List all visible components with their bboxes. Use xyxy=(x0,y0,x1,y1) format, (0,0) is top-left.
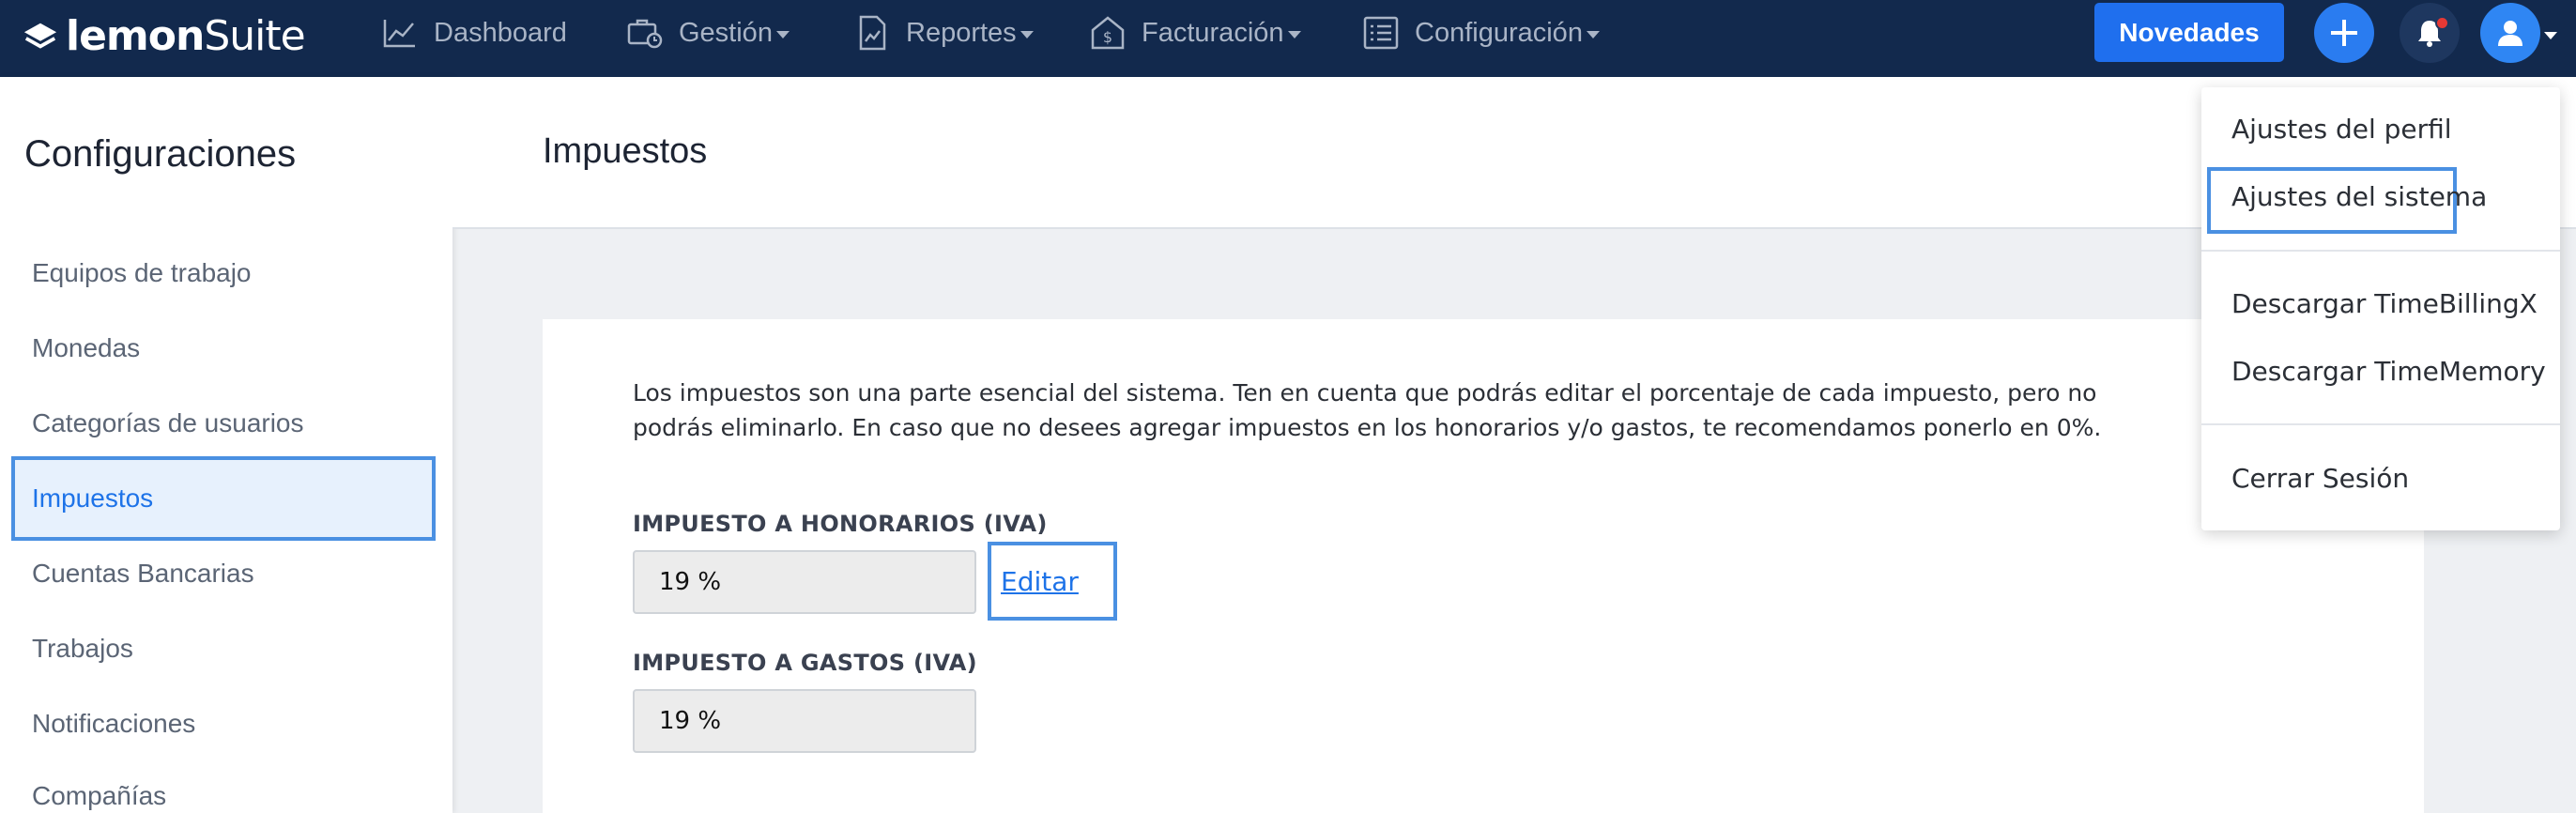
user-icon xyxy=(2498,21,2522,46)
menu-item-profile-settings[interactable]: Ajustes del perfil xyxy=(2231,114,2452,145)
brand-name-bold: lemon xyxy=(66,11,205,60)
chevron-down-icon xyxy=(1287,31,1301,38)
sidebar-title: Configuraciones xyxy=(24,133,297,175)
expense-tax-input[interactable]: 19 % xyxy=(633,689,976,753)
nav-facturacion-label: Facturación xyxy=(1142,17,1284,48)
list-settings-icon xyxy=(1363,16,1399,50)
nav-dashboard-label: Dashboard xyxy=(434,17,567,48)
edit-highlight: Editar xyxy=(988,542,1117,621)
invoice-money-icon: $ xyxy=(1091,16,1125,50)
chevron-down-icon xyxy=(1586,31,1600,38)
top-nav-bar: lemon Suite Dashboard Gestión Reportes $ … xyxy=(0,0,2576,77)
sidebar-item-categorias[interactable]: Categorías de usuarios xyxy=(15,389,434,458)
menu-item-download-timememory[interactable]: Descargar TimeMemory xyxy=(2231,356,2546,387)
sidebar-item-trabajos[interactable]: Trabajos xyxy=(15,614,434,683)
page-title: Impuestos xyxy=(543,131,708,171)
sidebar-item-impuestos[interactable]: Impuestos xyxy=(11,456,436,541)
menu-item-system-settings[interactable]: Ajustes del sistema xyxy=(2231,181,2487,212)
novedades-button[interactable]: Novedades xyxy=(2094,3,2284,62)
nav-gestion-label: Gestión xyxy=(679,17,773,48)
user-avatar-button[interactable] xyxy=(2480,3,2540,63)
plus-icon xyxy=(2331,20,2357,46)
menu-divider xyxy=(2201,423,2560,425)
nav-reportes-label: Reportes xyxy=(906,17,1017,48)
chevron-down-icon xyxy=(775,31,790,38)
logo-mark-icon xyxy=(23,23,57,49)
nav-configuracion-label: Configuración xyxy=(1415,17,1583,48)
report-document-icon xyxy=(859,15,886,51)
svg-text:$: $ xyxy=(1103,28,1112,46)
chevron-down-icon[interactable] xyxy=(2544,32,2557,39)
briefcase-clock-icon xyxy=(627,19,663,49)
nav-configuracion[interactable]: Configuración xyxy=(1362,0,1600,66)
fee-tax-label: IMPUESTO A HONORARIOS (IVA) xyxy=(633,511,1048,537)
menu-divider xyxy=(2201,250,2560,252)
taxes-description: Los impuestos son una parte esencial del… xyxy=(633,379,2102,441)
menu-item-download-timebilling[interactable]: Descargar TimeBillingX xyxy=(2231,288,2538,319)
notification-dot xyxy=(2435,16,2449,30)
user-menu-dropdown: Ajustes del perfil Ajustes del sistema D… xyxy=(2201,87,2560,530)
nav-dashboard[interactable]: Dashboard xyxy=(381,0,567,66)
sidebar-item-monedas[interactable]: Monedas xyxy=(15,314,434,383)
chevron-down-icon xyxy=(1020,31,1034,38)
fee-tax-input[interactable]: 19 % xyxy=(633,550,976,614)
nav-reportes[interactable]: Reportes xyxy=(853,0,1034,66)
sidebar-item-notificaciones[interactable]: Notificaciones xyxy=(15,689,434,759)
chart-line-icon xyxy=(383,20,415,48)
app-logo[interactable]: lemon Suite xyxy=(23,8,306,64)
menu-item-logout[interactable]: Cerrar Sesión xyxy=(2231,463,2409,494)
sidebar-item-companias[interactable]: Compañías xyxy=(15,764,434,813)
add-button[interactable] xyxy=(2314,3,2374,63)
expense-tax-label: IMPUESTO A GASTOS (IVA) xyxy=(633,650,977,676)
notifications-button[interactable] xyxy=(2400,3,2460,63)
nav-gestion[interactable]: Gestión xyxy=(626,0,790,66)
nav-facturacion[interactable]: $ Facturación xyxy=(1089,0,1301,66)
sidebar-item-equipos[interactable]: Equipos de trabajo xyxy=(15,238,434,308)
sidebar-item-cuentas[interactable]: Cuentas Bancarias xyxy=(15,539,434,608)
brand-name-light: Suite xyxy=(204,11,305,60)
edit-fee-tax-link[interactable]: Editar xyxy=(1001,566,1079,597)
